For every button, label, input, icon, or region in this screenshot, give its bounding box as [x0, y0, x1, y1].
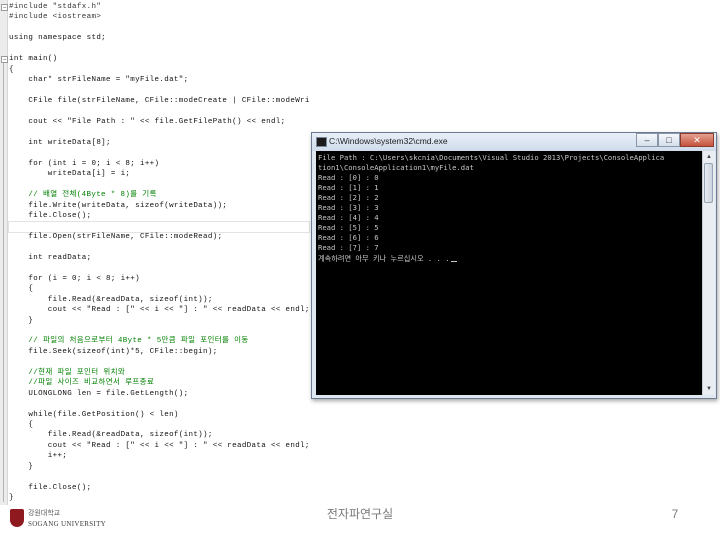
code-line[interactable]: while(file.GetPosition() < len)	[9, 410, 179, 420]
footer-lab-name: 전자파연구실	[326, 507, 394, 521]
console-line: Read : [4] : 4	[318, 213, 379, 222]
code-line[interactable]: int main()	[9, 54, 58, 64]
code-line[interactable]: #include <iostream>	[9, 12, 101, 22]
university-name-en: SOGANG UNIVERSITY	[28, 520, 107, 528]
university-emblem-icon	[10, 509, 24, 527]
code-line[interactable]: {	[9, 284, 33, 294]
scroll-up-arrow-icon[interactable]: ▲	[704, 152, 714, 162]
code-line[interactable]: i++;	[9, 451, 67, 461]
code-line[interactable]: cout << "Read : [" << i << "] : " << rea…	[9, 305, 310, 315]
code-line[interactable]: file.Write(writeData, sizeof(writeData))…	[9, 201, 227, 211]
code-editor[interactable]: − − #include "stdafx.h" #include <iostream…	[0, 0, 310, 505]
code-line[interactable]: file.Read(&readData, sizeof(int));	[9, 430, 213, 440]
editor-gutter: − −	[0, 0, 8, 505]
console-line: Read : [3] : 3	[318, 203, 379, 212]
collapse-icon[interactable]: −	[1, 56, 8, 64]
console-prompt-line: 계속하려면 아무 키나 누르십시오 . . .	[318, 254, 457, 264]
scroll-down-arrow-icon[interactable]: ▼	[704, 384, 714, 394]
code-line[interactable]: file.Close();	[9, 211, 91, 221]
collapse-icon[interactable]: −	[1, 4, 8, 11]
university-logo: 강원대학교 SOGANG UNIVERSITY	[10, 506, 106, 532]
console-window[interactable]: C:\Windows\system32\cmd.exe – □ ✕ File P…	[311, 132, 717, 399]
code-line[interactable]: int readData;	[9, 253, 91, 263]
code-comment-line[interactable]: //파일 사이즈 비교하면서 루프종료	[9, 378, 154, 388]
code-line[interactable]: }	[9, 493, 14, 503]
code-line[interactable]: int writeData[8];	[9, 138, 111, 148]
code-line[interactable]: {	[9, 65, 14, 75]
text-cursor	[450, 261, 457, 262]
code-line[interactable]: for (int i = 0; i < 8; i++)	[9, 159, 159, 169]
fold-guide-line	[3, 63, 4, 503]
code-comment-line[interactable]: //현재 파일 포인터 위치와	[9, 368, 125, 378]
console-line: tion1\ConsoleApplication1\myFile.dat	[318, 163, 474, 172]
code-line[interactable]: for (i = 0; i < 8; i++)	[9, 274, 140, 284]
code-line[interactable]: char* strFileName = "myFile.dat";	[9, 75, 188, 85]
code-line[interactable]: file.Read(&readData, sizeof(int));	[9, 295, 213, 305]
console-title: C:\Windows\system32\cmd.exe	[329, 136, 448, 146]
code-line[interactable]: }	[9, 316, 33, 326]
console-line: Read : [7] : 7	[318, 243, 379, 252]
console-output[interactable]: File Path : C:\Users\skcnia\Documents\Vi…	[316, 151, 702, 395]
console-titlebar[interactable]: C:\Windows\system32\cmd.exe – □ ✕	[312, 133, 716, 151]
code-line[interactable]: file.Open(strFileName, CFile::modeRead);	[9, 232, 222, 242]
minimize-button[interactable]: –	[636, 133, 658, 147]
code-line[interactable]: ULONGLONG len = file.GetLength();	[9, 389, 188, 399]
code-line[interactable]: using namespace std;	[9, 33, 106, 43]
code-line[interactable]: CFile file(strFileName, CFile::modeCreat…	[9, 96, 310, 106]
code-line[interactable]: cout << "File Path : " << file.GetFilePa…	[9, 117, 286, 127]
console-line: Read : [5] : 5	[318, 223, 379, 232]
code-line[interactable]: file.Close();	[9, 483, 91, 493]
code-line[interactable]: writeData[i] = i;	[9, 169, 130, 179]
code-comment-line[interactable]: // 파일의 처음으로부터 4Byte * 5만큼 파일 포인터를 이동	[9, 336, 249, 346]
console-prompt-text: 계속하려면 아무 키나 누르십시오 . . .	[318, 254, 450, 263]
code-line[interactable]: #include "stdafx.h"	[9, 2, 101, 12]
code-line[interactable]: file.Seek(sizeof(int)*5, CFile::begin);	[9, 347, 218, 357]
console-line: Read : [1] : 1	[318, 183, 379, 192]
scrollbar-thumb[interactable]	[704, 163, 713, 203]
university-name-kr: 강원대학교	[28, 510, 61, 517]
console-line: Read : [2] : 2	[318, 193, 379, 202]
code-line[interactable]: {	[9, 420, 33, 430]
close-button[interactable]: ✕	[680, 133, 714, 147]
maximize-button[interactable]: □	[658, 133, 680, 147]
console-line: Read : [6] : 6	[318, 233, 379, 242]
code-comment-line[interactable]: // 배열 전체(4Byte * 8)를 기록	[9, 190, 157, 200]
console-line: File Path : C:\Users\skcnia\Documents\Vi…	[318, 153, 665, 162]
code-line[interactable]: }	[9, 462, 33, 472]
page-number: 7	[671, 507, 679, 521]
console-scrollbar[interactable]: ▲ ▼	[702, 151, 715, 395]
console-line: Read : [0] : 0	[318, 173, 379, 182]
cmd-icon	[316, 137, 327, 147]
code-line[interactable]: cout << "Read : [" << i << "] : " << rea…	[9, 441, 310, 451]
